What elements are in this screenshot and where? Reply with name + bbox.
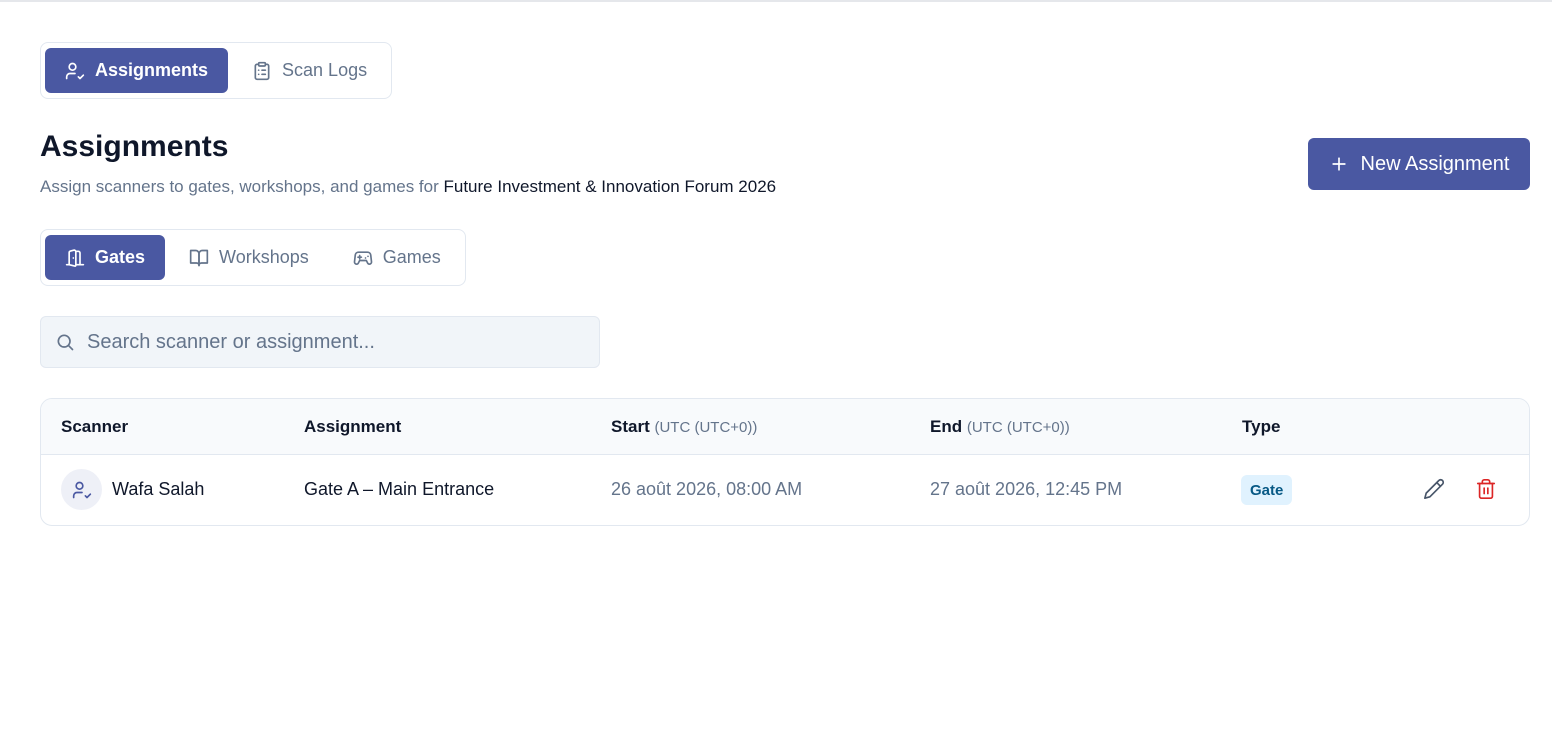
column-header-end: End (UTC (UTC+0)) [930,417,1070,437]
new-assignment-button[interactable]: New Assignment [1308,138,1530,190]
plus-icon [1331,157,1346,171]
column-header-end-label: End [930,417,963,436]
assignment-type-tab-bar: Gates Workshops Games [40,229,466,286]
column-header-start: Start (UTC (UTC+0)) [611,417,757,437]
type-badge: Gate [1241,475,1293,505]
search-box [40,316,600,368]
gamepad-icon [353,250,373,265]
end-time: 27 août 2026, 12:45 PM [930,479,1123,499]
user-check-icon [72,481,91,498]
user-check-icon [65,62,85,79]
pencil-icon [1424,478,1445,499]
tab-gates-label: Gates [95,247,146,267]
tab-games[interactable]: Games [333,235,461,280]
column-header-scanner: Scanner [61,417,129,436]
table-header: Scanner Assignment Start (UTC (UTC+0)) E… [41,399,1529,455]
tab-gates[interactable]: Gates [45,235,166,280]
tab-workshops[interactable]: Workshops [169,235,329,280]
page-title: Assignments [40,130,229,163]
edit-button[interactable] [1422,477,1446,501]
avatar [61,469,102,510]
search-input[interactable] [87,330,567,354]
column-header-end-timezone: (UTC (UTC+0)) [966,419,1070,436]
new-assignment-label: New Assignment [1360,152,1510,175]
tab-games-label: Games [382,247,441,267]
column-header-assignment: Assignment [304,417,402,436]
main-tab-bar: Assignments Scan Logs [40,42,393,99]
assignment-name: Gate A – Main Entrance [304,479,495,499]
door-open-icon [65,248,85,267]
event-name: Future Investment & Innovation Forum 202… [443,177,777,196]
trash-icon [1476,479,1496,499]
delete-button[interactable] [1474,477,1498,501]
clipboard-list-icon [254,61,270,80]
column-header-start-label: Start [611,417,650,436]
table-row: Wafa Salah Gate A – Main Entrance 26 aoû… [41,455,1529,525]
book-open-icon [189,249,209,266]
assignments-table: Scanner Assignment Start (UTC (UTC+0)) E… [40,398,1530,526]
page-subtitle: Assign scanners to gates, workshops, and… [40,177,776,197]
tab-assignments[interactable]: Assignments [45,48,229,93]
column-header-start-timezone: (UTC (UTC+0)) [654,419,758,436]
tab-scan-logs-label: Scan Logs [282,60,368,80]
top-divider [0,0,1552,2]
subtitle-text: Assign scanners to gates, workshops, and… [40,177,439,196]
column-header-type: Type [1242,417,1281,436]
search-icon [57,334,74,351]
start-time: 26 août 2026, 08:00 AM [611,479,803,499]
tab-assignments-label: Assignments [95,60,209,80]
tab-scan-logs[interactable]: Scan Logs [232,48,387,93]
scanner-name: Wafa Salah [112,479,205,499]
tab-workshops-label: Workshops [219,247,309,267]
